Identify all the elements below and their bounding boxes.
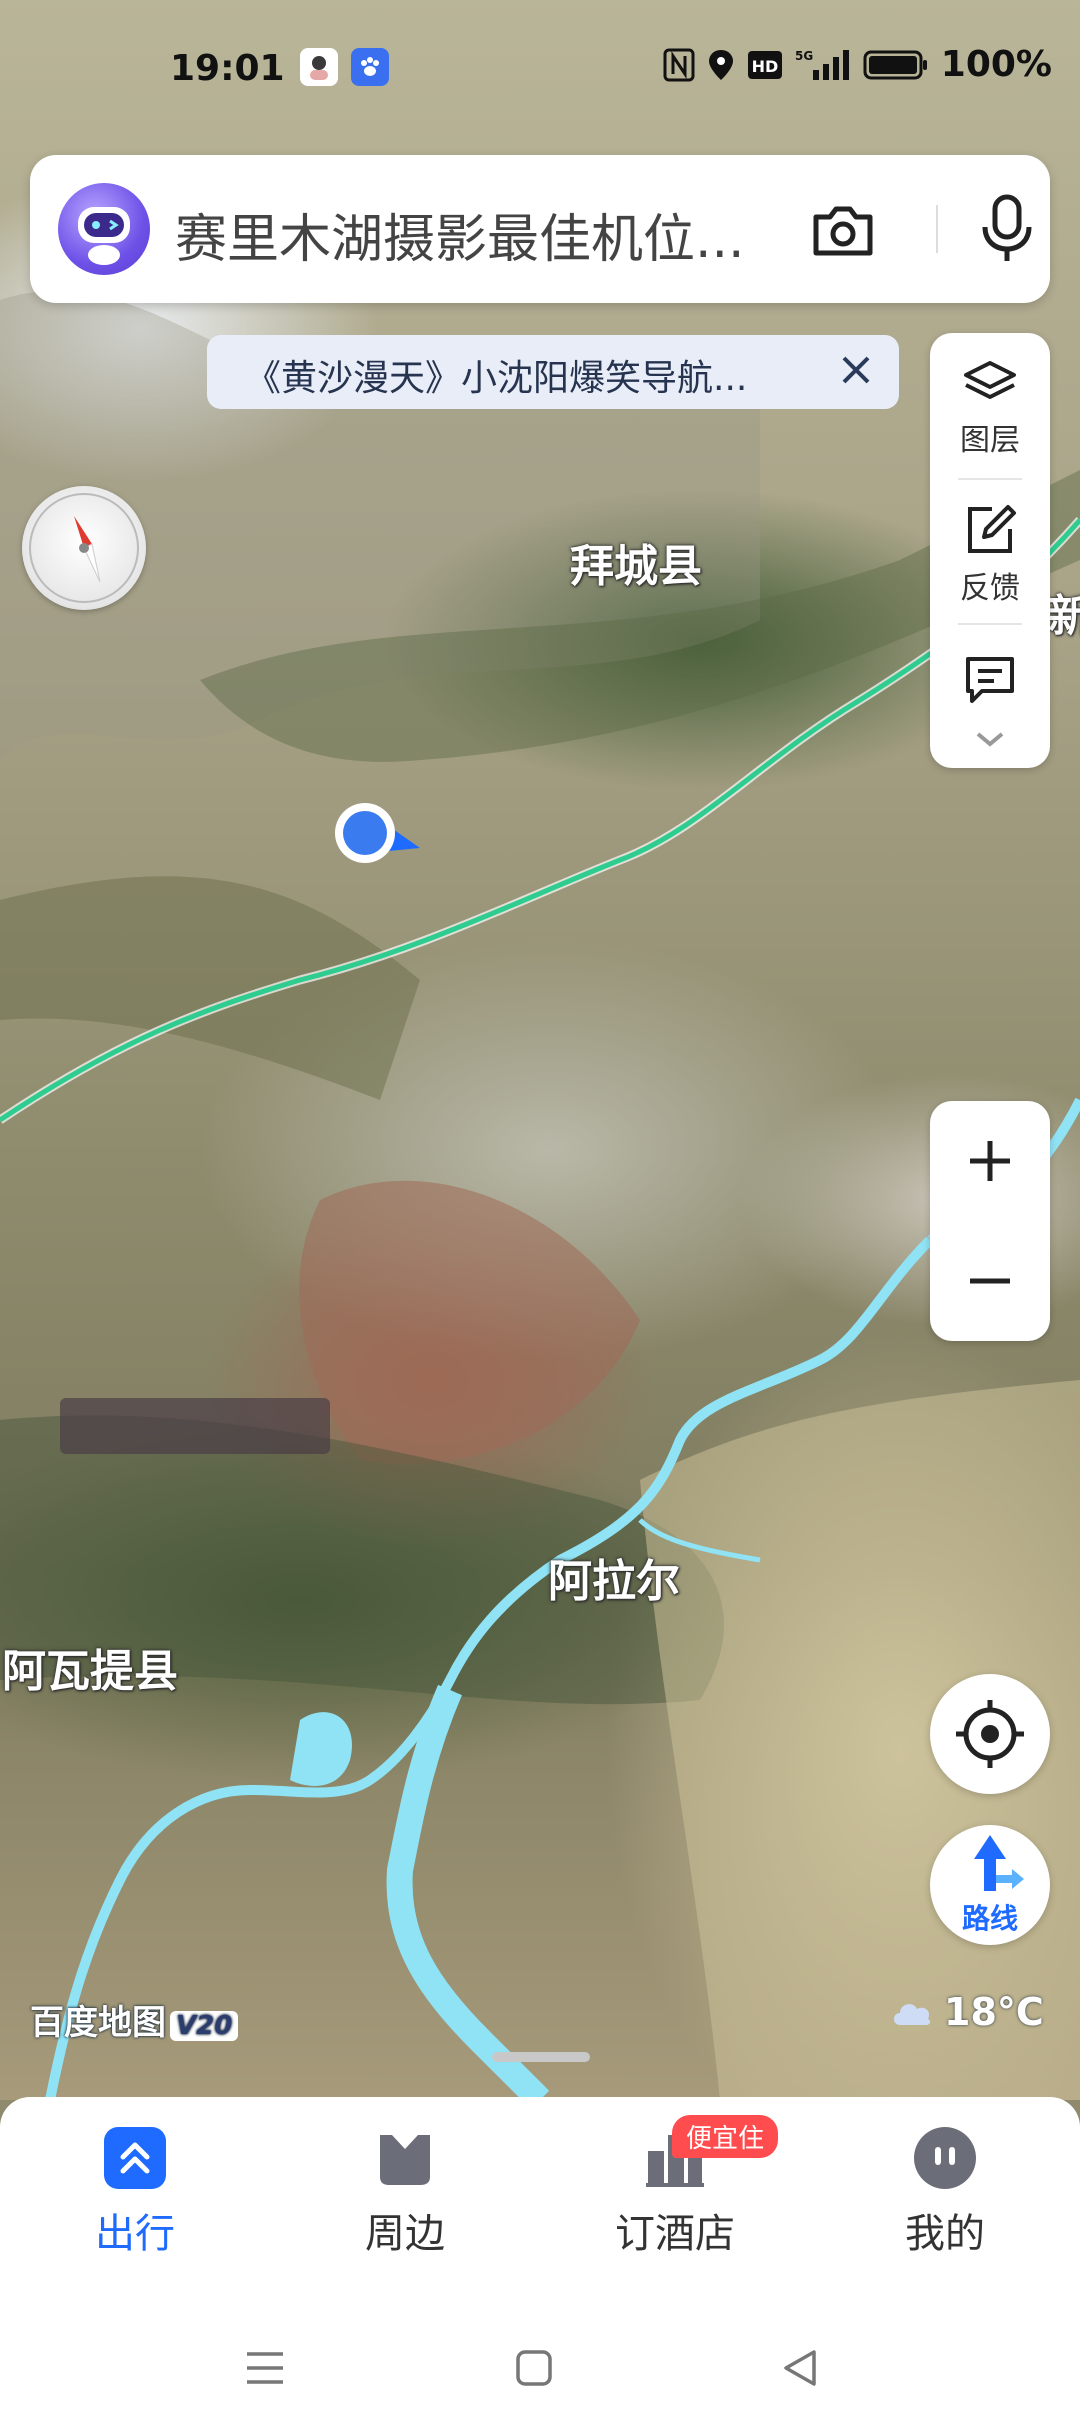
- expand-tools-button[interactable]: [930, 728, 1050, 750]
- weather-temperature: 18°C: [944, 1990, 1044, 2034]
- travel-icon: [104, 2127, 166, 2189]
- tool-separator: [958, 623, 1022, 625]
- nav-item-profile[interactable]: 我的: [845, 2127, 1045, 2259]
- map-label-baicheng[interactable]: 拜城县: [570, 530, 702, 594]
- search-bar[interactable]: 赛里木湖摄影最佳机位...: [30, 155, 1050, 303]
- route-arrow-icon: [974, 1835, 1024, 1891]
- nav-item-nearby[interactable]: 周边: [305, 2127, 505, 2259]
- menu-icon[interactable]: [243, 2346, 287, 2390]
- nav-label-hotel: 订酒店: [615, 2211, 735, 2257]
- close-icon[interactable]: [839, 353, 873, 387]
- status-bar: 19:01 HD 5G 100%: [0, 0, 1080, 140]
- hotel-promo-badge: 便宜住: [672, 2115, 779, 2158]
- brand-watermark: 百度地图 V20: [30, 1995, 239, 2044]
- signal-icon: 5G: [795, 49, 849, 80]
- notice-banner[interactable]: 《黄沙漫天》小沈阳爆笑导航...: [207, 335, 899, 409]
- notice-text[interactable]: 《黄沙漫天》小沈阳爆笑导航...: [245, 349, 747, 401]
- map-tool-panel: 图层 反馈: [930, 333, 1050, 768]
- zoom-out-button[interactable]: [930, 1221, 1050, 1341]
- status-icons: HD 5G 100%: [663, 44, 1052, 85]
- nav-item-travel[interactable]: 出行: [35, 2127, 235, 2259]
- layers-button[interactable]: 图层: [930, 359, 1050, 459]
- zoom-in-button[interactable]: [930, 1101, 1050, 1221]
- search-divider: [936, 205, 938, 253]
- route-label: 路线: [961, 1902, 1018, 1935]
- svg-text:HD: HD: [751, 57, 778, 76]
- svg-text:5G: 5G: [795, 49, 813, 63]
- locate-button[interactable]: [930, 1674, 1050, 1794]
- nearby-icon: [374, 2127, 436, 2189]
- back-icon[interactable]: [778, 2346, 822, 2390]
- layers-icon: [964, 361, 1016, 399]
- battery-icon: [863, 50, 927, 79]
- nav-label-profile: 我的: [905, 2211, 985, 2257]
- edit-feedback-icon: [968, 505, 1016, 553]
- satellite-map[interactable]: 拜城县 新 阿拉尔 阿瓦提县: [0, 0, 1080, 2100]
- home-icon[interactable]: [512, 2346, 556, 2390]
- compass-icon[interactable]: [22, 486, 146, 610]
- nav-label-nearby: 周边: [365, 2211, 445, 2257]
- sheet-drag-handle[interactable]: [492, 2052, 590, 2062]
- avatar-app-icon: [300, 48, 338, 86]
- zoom-controls: [930, 1101, 1050, 1341]
- plus-icon: [970, 1141, 1010, 1181]
- system-navigation-bar: [0, 2320, 1080, 2412]
- status-time: 19:01: [170, 48, 285, 89]
- minus-icon: [970, 1278, 1010, 1284]
- brand-name: 百度地图: [30, 2003, 166, 2043]
- weather-widget[interactable]: 18°C: [890, 1990, 1044, 2034]
- microphone-icon[interactable]: [975, 193, 1039, 265]
- brand-version: V20: [170, 2011, 239, 2041]
- search-input[interactable]: 赛里木湖摄影最佳机位...: [175, 197, 745, 272]
- profile-icon: [914, 2127, 976, 2189]
- route-button[interactable]: 路线: [930, 1825, 1050, 1945]
- tool-separator: [958, 478, 1022, 480]
- hd-icon: HD: [747, 50, 782, 79]
- location-icon: [708, 49, 733, 80]
- map-label-awati[interactable]: 阿瓦提县: [2, 1635, 178, 1699]
- assistant-robot-icon[interactable]: [58, 183, 150, 275]
- feedback-label: 反馈: [960, 571, 1020, 606]
- chevron-down-icon: [976, 732, 1004, 747]
- nfc-icon: [663, 48, 695, 81]
- camera-icon[interactable]: [808, 195, 878, 265]
- map-label-alaer[interactable]: 阿拉尔: [548, 1545, 680, 1609]
- feedback-button[interactable]: 反馈: [930, 503, 1050, 607]
- message-icon: [966, 657, 1014, 703]
- nav-label-travel: 出行: [95, 2211, 175, 2257]
- baidu-app-icon: [351, 48, 389, 86]
- cloud-icon: [894, 2004, 931, 2025]
- message-button[interactable]: [930, 653, 1050, 707]
- crosshair-icon: [956, 1700, 1024, 1768]
- battery-percent: 100%: [940, 44, 1052, 85]
- layers-label: 图层: [960, 423, 1020, 458]
- map-label-xin[interactable]: 新: [1048, 580, 1080, 644]
